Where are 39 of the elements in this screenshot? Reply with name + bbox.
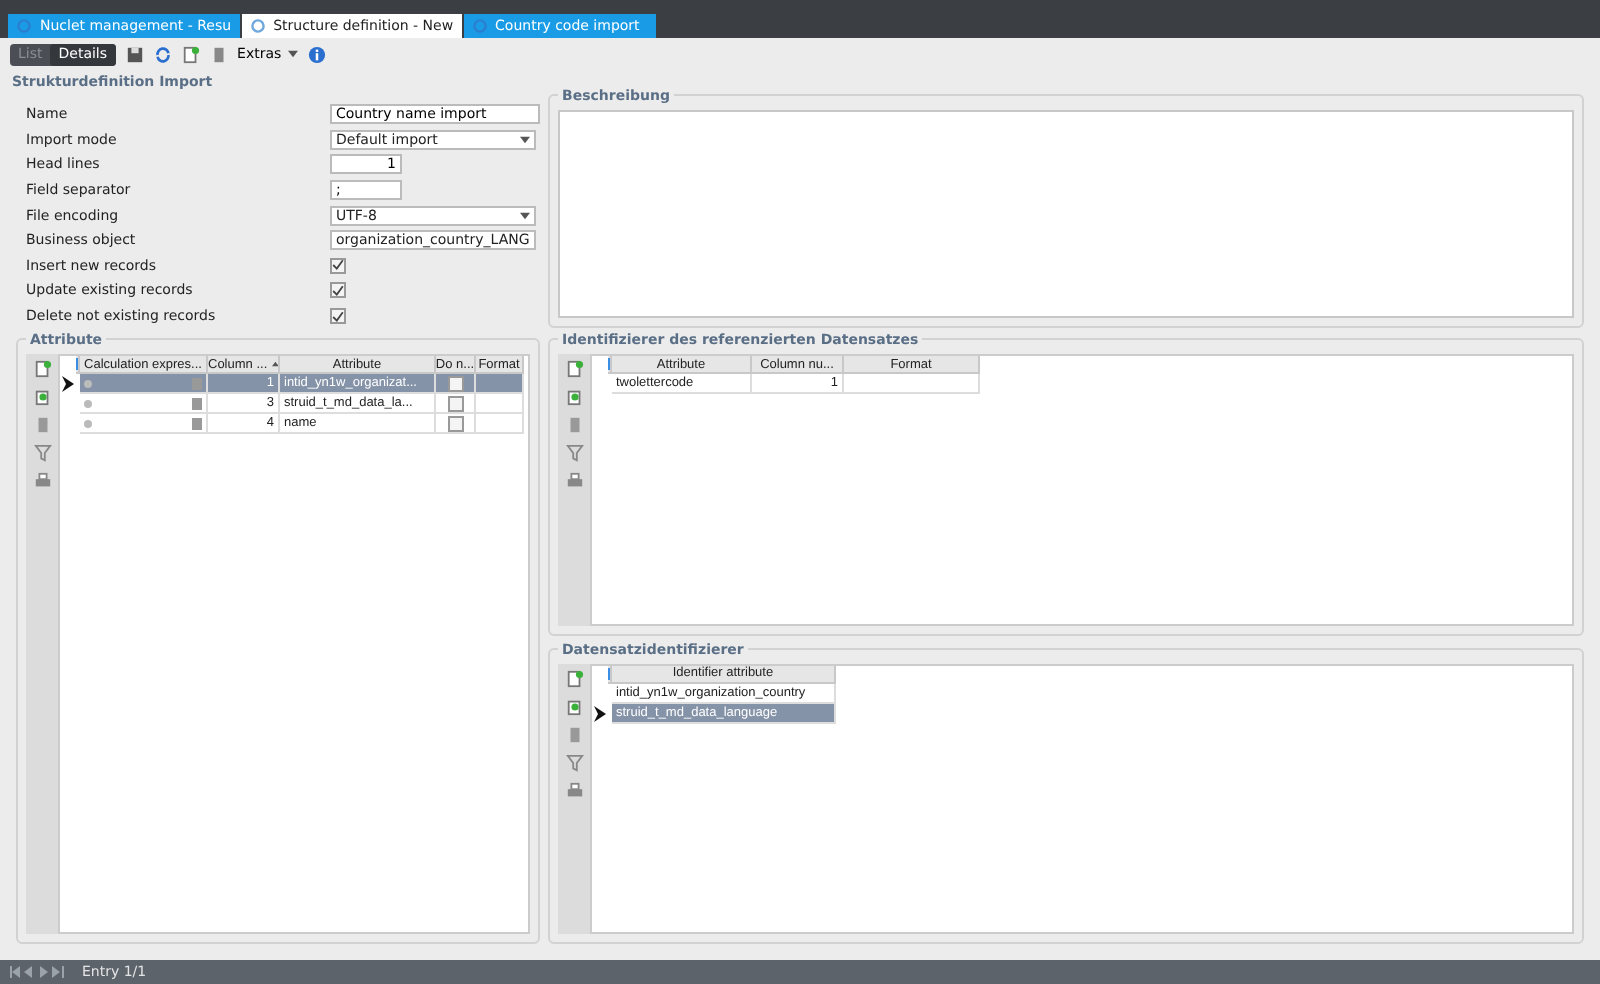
clone-document-icon[interactable] <box>565 697 583 715</box>
filter-icon[interactable] <box>565 753 583 771</box>
row-pointer-icon <box>62 376 74 392</box>
delete-icon[interactable] <box>33 416 51 434</box>
table-cell <box>844 374 980 394</box>
ring-icon <box>249 18 266 34</box>
save-icon[interactable] <box>125 45 144 63</box>
navigation-arrows-icon[interactable] <box>10 966 66 978</box>
checkbox[interactable] <box>330 257 346 274</box>
print-icon[interactable] <box>565 781 583 799</box>
clone-document-icon[interactable] <box>33 388 51 406</box>
row-pointer-icon <box>594 705 606 721</box>
clone-document-icon[interactable] <box>565 388 583 406</box>
checkbox[interactable] <box>447 395 463 411</box>
delete-icon[interactable] <box>565 725 583 743</box>
delete-icon[interactable] <box>209 45 228 63</box>
print-icon[interactable] <box>565 472 583 490</box>
caret-icon <box>520 211 530 220</box>
checkbox[interactable] <box>330 308 346 325</box>
new-document-icon[interactable] <box>565 360 583 378</box>
dot-icon <box>84 419 92 427</box>
ring-icon <box>16 18 32 34</box>
delete-icon[interactable] <box>565 416 583 434</box>
filter-icon[interactable] <box>33 444 51 462</box>
print-icon[interactable] <box>33 472 51 490</box>
caret-icon <box>520 135 530 144</box>
new-document-icon[interactable] <box>33 360 51 378</box>
ring-icon <box>471 18 488 34</box>
checkbox[interactable] <box>447 375 463 391</box>
info-icon[interactable] <box>307 45 326 63</box>
dot-icon <box>84 379 92 387</box>
filter-icon[interactable] <box>565 444 583 462</box>
new-document-icon[interactable] <box>181 45 200 63</box>
new-document-icon[interactable] <box>565 669 583 687</box>
caret-icon <box>287 50 298 58</box>
refresh-icon[interactable] <box>153 45 172 63</box>
dot-icon <box>84 399 92 407</box>
checkbox[interactable] <box>447 415 463 431</box>
checkbox[interactable] <box>330 282 346 299</box>
